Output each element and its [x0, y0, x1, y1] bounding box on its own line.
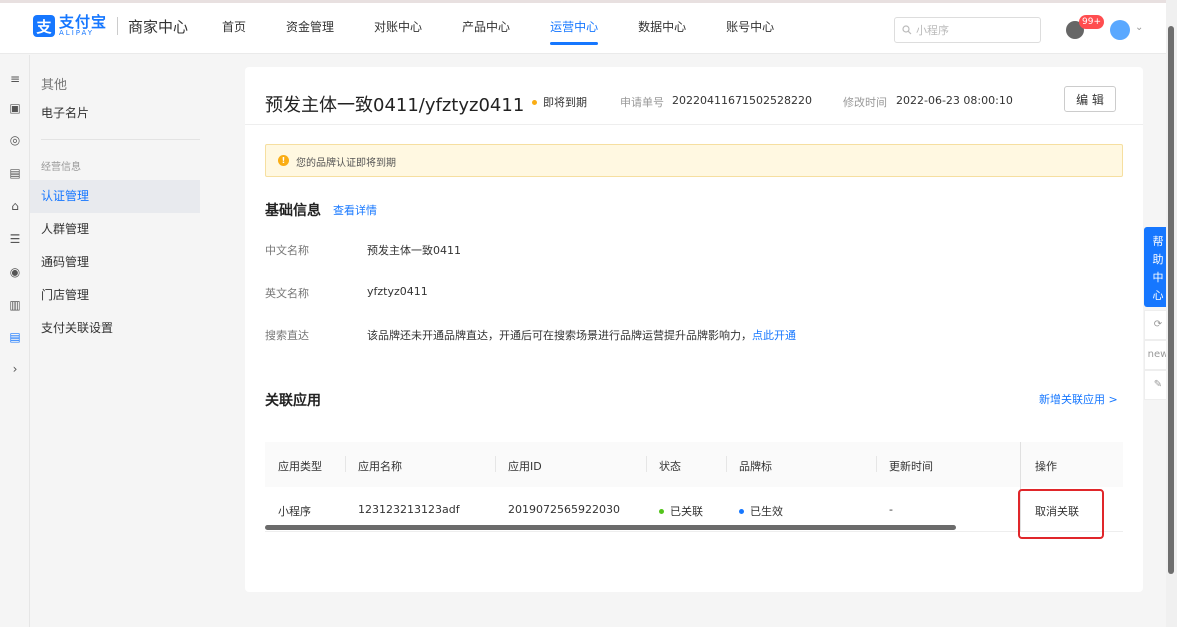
search-direct-value: 该品牌还未开通品牌直达，开通后可在搜索场景进行品牌运营提升品牌影响力，点此开通	[367, 329, 796, 342]
add-linked-app-link[interactable]: 新增关联应用 >	[1039, 391, 1118, 407]
column-divider	[345, 456, 346, 472]
cell-updated: -	[889, 503, 893, 516]
sidebar-section-label: 经营信息	[41, 162, 81, 173]
secondary-sidebar: 其他 电子名片 经营信息 认证管理 人群管理 通码管理 门店管理 支付关联设置	[30, 55, 208, 627]
expiry-warning-banner: ! 您的品牌认证即将到期	[265, 144, 1123, 177]
main-nav: 首页 资金管理 对账中心 产品中心 运营中心 数据中心 账号中心	[222, 3, 814, 55]
column-divider	[726, 456, 727, 472]
brand-dot	[739, 508, 744, 514]
modified-time-value: 2022-06-23 08:00:10	[896, 94, 1013, 107]
cell-app-type: 小程序	[278, 505, 311, 518]
status-dot	[532, 99, 537, 105]
dashboard-icon[interactable]: ▣	[8, 101, 22, 115]
sidebar-divider	[41, 139, 200, 140]
sidebar-item-business-card[interactable]: 电子名片	[30, 97, 200, 130]
nav-account[interactable]: 账号中心	[726, 3, 774, 55]
logo-divider	[117, 17, 119, 35]
search-icon	[902, 25, 912, 35]
page-title: 预发主体一致0411/yfztyz0411	[265, 95, 525, 116]
linked-apps-title: 关联应用	[265, 393, 321, 409]
top-navbar: 支 支付宝 ALIPAY 商家中心 首页 资金管理 对账中心 产品中心 运营中心…	[0, 0, 1166, 54]
list-icon[interactable]: ☰	[8, 232, 22, 246]
en-name-value: yfztyz0411	[367, 285, 428, 298]
col-app-name: 应用名称	[358, 460, 402, 473]
search-input[interactable]	[916, 23, 1036, 37]
menu-icon[interactable]: ≡	[8, 72, 22, 86]
column-divider	[646, 456, 647, 472]
cell-app-name: 123123213123adf	[358, 503, 460, 516]
column-divider	[876, 456, 877, 472]
action-highlight-box	[1018, 489, 1104, 539]
en-name-label: 英文名称	[265, 287, 309, 300]
page-scrollbar-thumb[interactable]	[1168, 26, 1174, 574]
cn-name-label: 中文名称	[265, 244, 309, 257]
status-badge: 即将到期	[532, 94, 587, 110]
sidebar-group-title: 其他	[41, 78, 68, 93]
view-details-link[interactable]: 查看详情	[333, 202, 377, 218]
sidebar-item-payment-link[interactable]: 支付关联设置	[30, 312, 200, 345]
basic-info-title: 基础信息	[265, 203, 321, 219]
search-box[interactable]	[894, 17, 1041, 43]
table-horizontal-scrollbar[interactable]	[265, 525, 956, 530]
brand-detail-card: 预发主体一致0411/yfztyz0411 即将到期 申请单号 20220411…	[245, 67, 1143, 592]
warning-text: 您的品牌认证即将到期	[296, 158, 396, 169]
brand-name: 支付宝	[59, 13, 108, 31]
column-divider	[495, 456, 496, 472]
col-brand-mark: 品牌标	[739, 460, 772, 473]
apply-no-label: 申请单号	[620, 96, 664, 109]
cell-status: 已关联	[659, 503, 703, 519]
sidebar-item-code[interactable]: 通码管理	[30, 246, 200, 279]
col-app-type: 应用类型	[278, 460, 322, 473]
gift-icon[interactable]: ⌂	[8, 199, 22, 213]
nav-data[interactable]: 数据中心	[638, 3, 686, 55]
document-icon[interactable]: ▤	[8, 166, 22, 180]
chevron-right-icon[interactable]: ›	[8, 362, 22, 376]
modified-time-label: 修改时间	[843, 96, 887, 109]
card-header: 预发主体一致0411/yfztyz0411 即将到期 申请单号 20220411…	[245, 67, 1143, 125]
search-direct-label: 搜索直达	[265, 329, 309, 342]
cn-name-value: 预发主体一致0411	[367, 244, 461, 257]
sidebar-item-audience[interactable]: 人群管理	[30, 213, 200, 246]
avatar[interactable]	[1110, 20, 1130, 40]
table-header: 应用类型 应用名称 应用ID 状态 品牌标 更新时间 操作	[265, 442, 1123, 487]
col-app-id: 应用ID	[508, 460, 542, 473]
status-dot	[659, 508, 664, 514]
location-icon[interactable]: ◉	[8, 265, 22, 279]
alipay-logo[interactable]: 支 支付宝 ALIPAY 商家中心	[33, 15, 188, 37]
sidebar-item-certification[interactable]: 认证管理	[30, 180, 200, 213]
icon-rail: ≡ ▣ ◎ ▤ ⌂ ☰ ◉ ▥ ▤ ›	[0, 55, 30, 627]
chevron-down-icon[interactable]: ⌄	[1135, 22, 1143, 33]
cell-brand-mark: 已生效	[739, 503, 783, 519]
apply-no-value: 20220411671502528220	[672, 94, 812, 107]
wallet-icon[interactable]: ▥	[8, 298, 22, 312]
col-status: 状态	[659, 460, 681, 473]
col-actions: 操作	[1035, 460, 1057, 473]
nav-products[interactable]: 产品中心	[462, 3, 510, 55]
col-updated: 更新时间	[889, 460, 933, 473]
sidebar-item-stores[interactable]: 门店管理	[30, 279, 200, 312]
file-icon[interactable]: ▤	[8, 330, 22, 344]
notification-badge: 99+	[1079, 15, 1104, 29]
warning-icon: !	[278, 155, 289, 166]
nav-reconciliation[interactable]: 对账中心	[374, 3, 422, 55]
brand-name-en: ALIPAY	[59, 29, 95, 37]
cell-app-id: 2019072565922030	[508, 503, 620, 516]
nav-operations[interactable]: 运营中心	[550, 3, 599, 55]
merchant-center-title: 商家中心	[128, 17, 189, 36]
nav-funds[interactable]: 资金管理	[286, 3, 334, 55]
alipay-logo-icon: 支	[33, 15, 55, 37]
enable-link[interactable]: 点此开通	[752, 329, 796, 342]
target-icon[interactable]: ◎	[8, 133, 22, 147]
nav-home[interactable]: 首页	[222, 3, 246, 55]
edit-button[interactable]: 编 辑	[1064, 86, 1116, 112]
